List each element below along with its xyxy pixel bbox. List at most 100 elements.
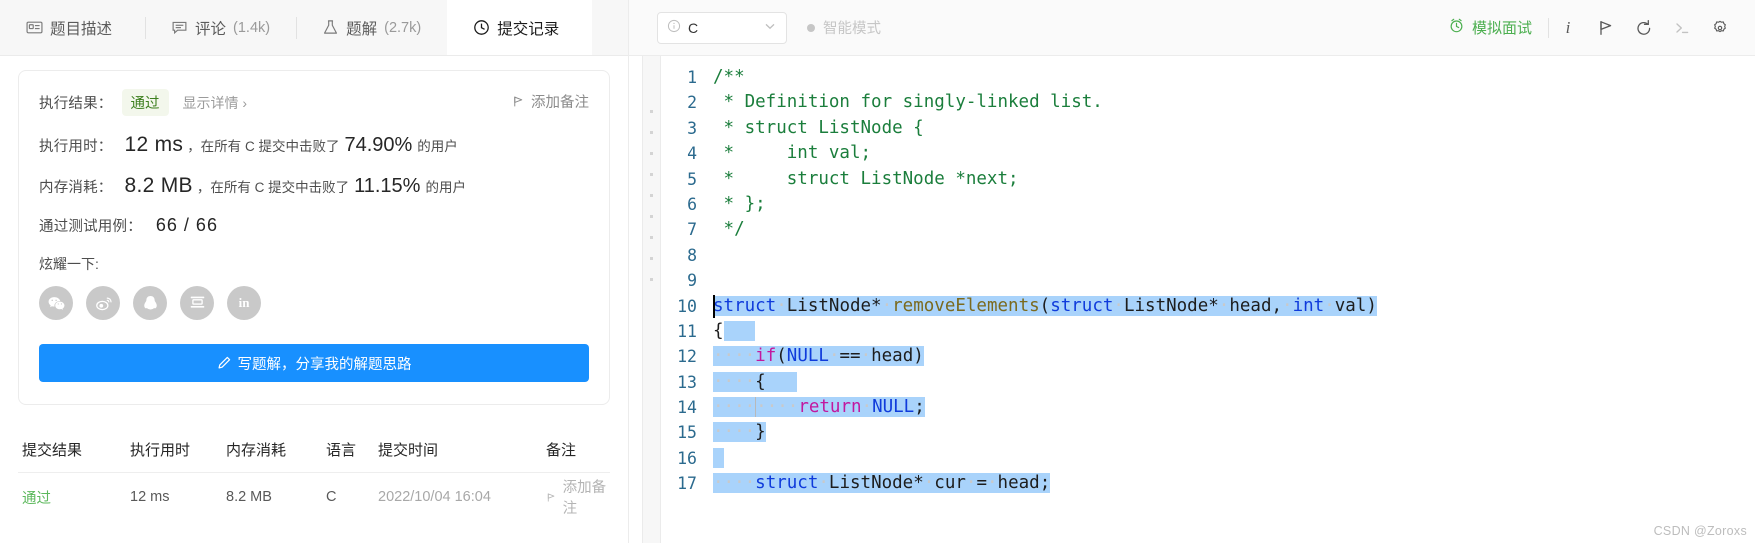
code-line: 14 ········return·NULL; xyxy=(661,395,1755,420)
wechat-icon[interactable] xyxy=(39,286,73,320)
tab-description[interactable]: 题目描述 xyxy=(0,0,145,55)
code-line: 15 ····} xyxy=(661,420,1755,445)
line-content[interactable]: struct·ListNode*·removeElements(struct·L… xyxy=(713,294,1377,319)
line-number: 16 xyxy=(677,448,697,468)
line-content[interactable]: ····struct·ListNode*·cur·=·head; xyxy=(713,471,1051,496)
write-solution-button[interactable]: 写题解，分享我的解题思路 xyxy=(39,344,589,382)
share-label: 炫耀一下: xyxy=(39,256,99,272)
line-number: 3 xyxy=(687,118,697,138)
editor-panel: C 智能模式 模拟面试 i 1 /** 2 * Definition for s… xyxy=(629,0,1755,543)
smart-mode-toggle[interactable]: 智能模式 xyxy=(807,17,881,38)
code-line: 4 * int val; xyxy=(661,141,1755,166)
code-line: 17 ····struct·ListNode*·cur·=·head; xyxy=(661,471,1755,496)
info-circle-icon xyxy=(667,19,681,36)
runtime-suffix: 的用户 xyxy=(417,139,458,154)
line-content[interactable]: * struct ListNode *next; xyxy=(713,167,1019,192)
chevron-down-icon xyxy=(763,19,777,36)
code-lines-container[interactable]: 1 /** 2 * Definition for singly-linked li… xyxy=(661,56,1755,543)
testcases-label: 通过测试用例： xyxy=(39,219,142,235)
line-number: 9 xyxy=(687,271,697,291)
show-detail-link[interactable]: 显示详情 › xyxy=(183,93,248,113)
share-section: 炫耀一下: in xyxy=(39,254,589,320)
line-content[interactable]: { xyxy=(713,319,756,344)
line-content[interactable]: ····if(NULL·==·head) xyxy=(713,344,924,369)
code-editor[interactable]: 1 /** 2 * Definition for singly-linked li… xyxy=(629,56,1755,543)
row-runtime: 12 ms xyxy=(130,489,170,505)
reset-undo-icon[interactable] xyxy=(1625,9,1663,47)
row-memory: 8.2 MB xyxy=(226,489,272,505)
line-number: 10 xyxy=(677,296,697,316)
line-content[interactable]: * struct ListNode { xyxy=(713,116,924,141)
line-content[interactable]: * int val; xyxy=(713,141,872,166)
row-add-note-label: 添加备注 xyxy=(562,480,607,517)
submissions-table: 提交结果 执行用时 内存消耗 语言 提交时间 备注 通过 12 ms 8.2 M… xyxy=(18,427,610,521)
line-content[interactable] xyxy=(713,446,724,471)
code-line: 8 xyxy=(661,243,1755,268)
tab-submissions[interactable]: 提交记录 xyxy=(447,0,593,55)
alarm-clock-icon xyxy=(1448,17,1465,38)
mock-interview-button[interactable]: 模拟面试 xyxy=(1448,17,1548,38)
run-flag-icon[interactable] xyxy=(1587,9,1625,47)
col-header-time: 提交时间 xyxy=(378,442,439,459)
line-number: 5 xyxy=(687,169,697,189)
code-line: 3 * struct ListNode { xyxy=(661,116,1755,141)
runtime-mid-text: ，在所有 C 提交中击败了 xyxy=(187,139,340,154)
line-content[interactable]: */ xyxy=(713,217,745,242)
mock-interview-label: 模拟面试 xyxy=(1471,20,1532,37)
language-select[interactable]: C xyxy=(657,11,787,44)
table-header-row: 提交结果 执行用时 内存消耗 语言 提交时间 备注 xyxy=(18,427,610,473)
left-content-scroll[interactable]: 添加备注 执行结果： 通过 显示详情 › 执行用时： 12 ms ，在所有 C … xyxy=(0,56,628,543)
settings-gear-icon[interactable] xyxy=(1701,9,1739,47)
qq-icon[interactable] xyxy=(133,286,167,320)
smart-mode-label: 智能模式 xyxy=(823,21,881,37)
runtime-value: 12 ms xyxy=(124,133,184,156)
col-header-runtime: 执行用时 xyxy=(130,442,191,459)
code-line: 1 /** xyxy=(661,65,1755,90)
line-content[interactable]: * }; xyxy=(713,192,766,217)
line-number: 7 xyxy=(687,220,697,240)
testcases-value: 66 / 66 xyxy=(155,215,218,235)
add-note-button[interactable]: 添加备注 xyxy=(512,91,589,112)
code-line: 13 ····{ xyxy=(661,370,1755,395)
code-line: 11 { xyxy=(661,319,1755,344)
weibo-icon[interactable] xyxy=(86,286,120,320)
editor-toolbar: C 智能模式 模拟面试 i xyxy=(629,0,1755,56)
col-header-note: 备注 xyxy=(546,442,577,459)
table-row[interactable]: 通过 12 ms 8.2 MB C 2022/10/04 16:04 添加备注 xyxy=(18,473,610,521)
line-number: 2 xyxy=(687,93,697,113)
info-italic-icon[interactable]: i xyxy=(1549,9,1587,47)
line-content[interactable]: * Definition for singly-linked list. xyxy=(713,90,1103,115)
line-number: 15 xyxy=(677,423,697,443)
memory-suffix: 的用户 xyxy=(425,180,466,195)
line-number: 12 xyxy=(677,347,697,367)
memory-label: 内存消耗： xyxy=(39,179,113,196)
testcases-row: 通过测试用例： 66 / 66 xyxy=(39,215,589,236)
result-status-row: 执行结果： 通过 显示详情 › xyxy=(39,89,589,116)
line-number: 17 xyxy=(677,474,697,494)
console-terminal-icon[interactable] xyxy=(1663,9,1701,47)
code-line: 6 * }; xyxy=(661,192,1755,217)
line-number: 1 xyxy=(687,68,697,87)
code-line: 16 xyxy=(661,446,1755,471)
row-language: C xyxy=(326,489,337,505)
row-status[interactable]: 通过 xyxy=(18,487,130,508)
line-content[interactable]: /** xyxy=(713,65,745,90)
line-content[interactable]: ····} xyxy=(713,420,766,445)
row-add-note-button[interactable]: 添加备注 xyxy=(546,476,610,518)
tab-comments-label: 评论 xyxy=(195,20,227,38)
line-content[interactable]: ········return·NULL; xyxy=(713,395,925,420)
memory-value: 8.2 MB xyxy=(124,174,193,197)
article-icon xyxy=(26,19,43,36)
submission-result-card: 添加备注 执行结果： 通过 显示详情 › 执行用时： 12 ms ，在所有 C … xyxy=(18,70,610,405)
linkedin-icon[interactable]: in xyxy=(227,286,261,320)
douban-icon[interactable] xyxy=(180,286,214,320)
tab-solutions[interactable]: 题解 (2.7k) xyxy=(296,0,447,55)
col-header-language: 语言 xyxy=(326,442,357,459)
left-panel: 题目描述 评论 (1.4k) 题解 (2.7k) 提交记录 添加备注 执行结果：… xyxy=(0,0,628,543)
language-select-value: C xyxy=(688,19,699,36)
col-header-memory: 内存消耗 xyxy=(226,442,287,459)
code-line: 2 * Definition for singly-linked list. xyxy=(661,90,1755,115)
line-content[interactable]: ····{ xyxy=(713,370,798,395)
tab-comments[interactable]: 评论 (1.4k) xyxy=(145,0,296,55)
status-dot-icon xyxy=(807,23,815,32)
